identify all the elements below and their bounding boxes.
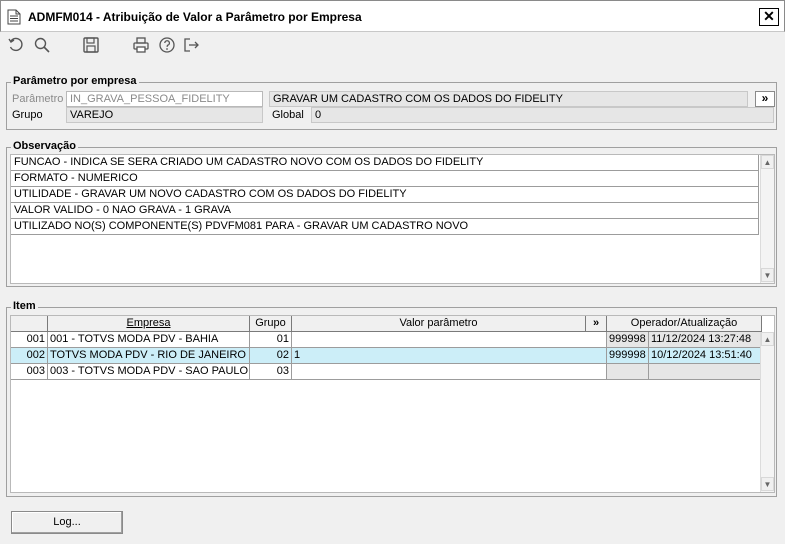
observacao-scrollbar[interactable]: ▲ ▼ xyxy=(760,155,774,283)
log-button[interactable]: Log... xyxy=(11,511,123,534)
observacao-group: Observação FUNCAO - INDICA SE SERA CRIAD… xyxy=(6,140,777,287)
parametro-label: Parâmetro xyxy=(12,93,64,105)
save-button[interactable] xyxy=(82,36,102,56)
grid-header-operador[interactable]: Operador/Atualização xyxy=(607,316,762,332)
search-button[interactable] xyxy=(33,36,53,56)
scroll-down-icon[interactable]: ▼ xyxy=(761,477,774,491)
grid-header-grupo[interactable]: Grupo xyxy=(250,316,292,332)
row-number: 002 xyxy=(11,348,48,364)
empresa-cell: 003 - TOTVS MODA PDV - SAO PAULO xyxy=(48,364,250,380)
item-grid-scrollbar[interactable]: ▲ ▼ xyxy=(760,332,774,492)
grupo-cell: 01 xyxy=(250,332,292,348)
document-icon xyxy=(7,9,21,25)
grupo-cell: 03 xyxy=(250,364,292,380)
scroll-up-icon[interactable]: ▲ xyxy=(761,332,774,346)
empresa-cell: TOTVS MODA PDV - RIO DE JANEIRO - NO xyxy=(48,348,250,364)
observacao-line: FORMATO - NUMERICO xyxy=(11,171,759,187)
item-group: Item Empresa Grupo Valor parâmetro » Ope… xyxy=(6,300,777,497)
scroll-down-icon[interactable]: ▼ xyxy=(761,268,774,282)
search-icon xyxy=(33,37,51,57)
exit-icon xyxy=(182,38,200,57)
param-group-title: Parâmetro por empresa xyxy=(11,75,139,87)
operador-cell xyxy=(607,364,649,380)
global-label: Global xyxy=(272,109,304,121)
empresa-cell: 001 - TOTVS MODA PDV - BAHIA xyxy=(48,332,250,348)
title-bar: ADMFM014 - Atribuição de Valor a Parâmet… xyxy=(0,0,785,32)
row-number: 001 xyxy=(11,332,48,348)
toolbar xyxy=(0,32,785,62)
valor-cell[interactable] xyxy=(292,332,607,348)
grupo-label: Grupo xyxy=(12,109,43,121)
observacao-line: FUNCAO - INDICA SE SERA CRIADO UM CADAST… xyxy=(11,155,759,171)
observacao-line: UTILIZADO NO(S) COMPONENTE(S) PDVFM081 P… xyxy=(11,219,759,235)
close-button[interactable]: ✕ xyxy=(759,8,779,26)
item-grid: Empresa Grupo Valor parâmetro » Operador… xyxy=(10,315,775,493)
atualizacao-cell: 10/12/2024 13:51:40 xyxy=(649,348,762,364)
print-button[interactable] xyxy=(132,36,152,56)
exit-button[interactable] xyxy=(182,36,202,56)
grid-header-empresa[interactable]: Empresa xyxy=(48,316,250,332)
save-icon xyxy=(82,37,100,57)
grupo-cell: 02 xyxy=(250,348,292,364)
grid-header-valor[interactable]: Valor parâmetro xyxy=(292,316,586,332)
window-title: ADMFM014 - Atribuição de Valor a Parâmet… xyxy=(28,10,362,24)
observacao-text-area[interactable]: FUNCAO - INDICA SE SERA CRIADO UM CADAST… xyxy=(10,154,775,284)
help-icon xyxy=(158,37,176,57)
grid-expand-button[interactable]: » xyxy=(586,316,607,332)
atualizacao-cell xyxy=(649,364,762,380)
observacao-line: UTILIDADE - GRAVAR UM NOVO CADASTRO COM … xyxy=(11,187,759,203)
parametro-lookup-button[interactable]: » xyxy=(755,91,775,107)
valor-cell[interactable] xyxy=(292,364,607,380)
parametro-description: GRAVAR UM CADASTRO COM OS DADOS DO FIDEL… xyxy=(269,91,748,107)
print-icon xyxy=(132,37,150,57)
observacao-group-title: Observação xyxy=(11,140,78,152)
global-field: 0 xyxy=(311,107,774,123)
refresh-icon xyxy=(7,37,25,57)
log-button-label: Log... xyxy=(53,516,81,528)
scroll-up-icon[interactable]: ▲ xyxy=(761,155,774,169)
help-button[interactable] xyxy=(158,36,178,56)
operador-cell: 999998 xyxy=(607,348,649,364)
valor-cell[interactable]: 1 xyxy=(292,348,607,364)
grupo-field: VAREJO xyxy=(66,107,263,123)
close-icon: ✕ xyxy=(763,8,775,24)
grid-row-number-header xyxy=(11,316,48,332)
operador-cell: 999998 xyxy=(607,332,649,348)
item-group-title: Item xyxy=(11,300,38,312)
atualizacao-cell: 11/12/2024 13:27:48 xyxy=(649,332,762,348)
row-number: 003 xyxy=(11,364,48,380)
refresh-button[interactable] xyxy=(7,36,27,56)
observacao-line: VALOR VALIDO - 0 NAO GRAVA - 1 GRAVA xyxy=(11,203,759,219)
empresa-header-label: Empresa xyxy=(126,317,171,329)
param-group: Parâmetro por empresa Parâmetro IN_GRAVA… xyxy=(6,75,777,130)
parametro-field[interactable]: IN_GRAVA_PESSOA_FIDELITY xyxy=(66,91,263,107)
